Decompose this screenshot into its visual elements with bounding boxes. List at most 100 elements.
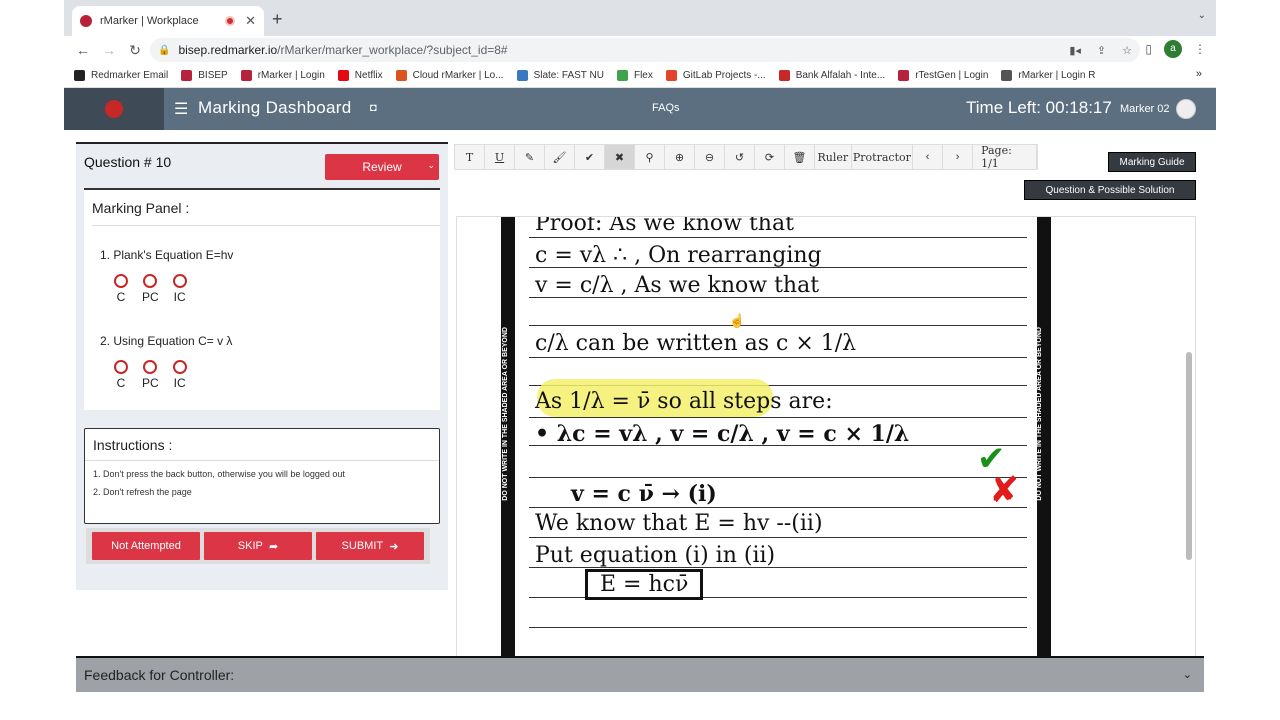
workplace: Question # 10 Review ⌄ Marking Panel : 1…	[64, 130, 1216, 720]
marker-name: Marker 02	[1120, 103, 1170, 115]
chevron-down-icon: ⌄	[427, 160, 435, 170]
url-host: bisep.redmarker.io	[178, 43, 278, 57]
browser-tab[interactable]: rMarker | Workplace ✕	[72, 6, 264, 36]
option-ic[interactable]: IC	[172, 360, 187, 390]
bookmark-favicon-icon	[665, 70, 677, 81]
option-ic[interactable]: IC	[172, 274, 187, 304]
hamburger-menu-icon[interactable]: ☰	[174, 99, 188, 119]
bookmarks-more-button[interactable]: »	[1196, 68, 1202, 80]
bookmark-item[interactable]: rMarker | Login R	[1001, 70, 1095, 81]
answer-line: v = c/λ , As we know that	[535, 273, 820, 298]
option-pc[interactable]: PC	[142, 360, 159, 390]
underline-tool-button[interactable]: U	[485, 145, 515, 169]
zoom-in-icon[interactable]: ⊕	[665, 145, 695, 169]
criterion-options: C PC IC	[114, 360, 187, 390]
bookmark-favicon-icon	[395, 70, 407, 81]
option-c[interactable]: C	[114, 360, 128, 390]
bookmark-favicon-icon	[516, 70, 528, 81]
bookmark-item[interactable]: Flex	[616, 70, 653, 81]
undo-icon[interactable]: ↺	[725, 145, 755, 169]
bookmark-label: Redmarker Email	[91, 70, 169, 81]
bookmark-item[interactable]: GitLab Projects -...	[665, 70, 766, 81]
bookmark-item[interactable]: Bank Alfalah - Inte...	[778, 70, 885, 81]
forward-icon[interactable]: →	[96, 42, 122, 58]
address-bar[interactable]: 🔒 bisep.redmarker.io/rMarker/marker_work…	[150, 38, 1140, 62]
rmarker-favicon-icon	[80, 15, 92, 27]
back-icon[interactable]: ←	[70, 42, 96, 58]
margin-warning: DO NOT WRITE IN THE SHADED AREA OR BEYON…	[502, 327, 509, 501]
tab-title: rMarker | Workplace	[100, 15, 199, 27]
chevron-left-icon[interactable]: ‹	[913, 145, 944, 169]
redmarker-logo[interactable]	[64, 88, 164, 130]
question-solution-button[interactable]: Question & Possible Solution	[1024, 180, 1196, 200]
profile-avatar[interactable]: a	[1164, 40, 1182, 58]
tab-search-button[interactable]: ⌄	[1198, 10, 1206, 21]
bookmark-favicon-icon	[616, 70, 628, 81]
submit-button[interactable]: SUBMIT ➜	[316, 532, 424, 560]
star-icon[interactable]: ☆	[1122, 44, 1132, 57]
browser-menu-icon[interactable]: ⋮	[1194, 42, 1206, 56]
skip-icon: ➦	[268, 540, 279, 553]
marking-guide-button[interactable]: Marking Guide	[1108, 152, 1196, 172]
answer-line: We know that E = hv --(ii)	[535, 511, 823, 536]
bookmark-item[interactable]: Netflix	[337, 70, 383, 81]
answer-line: E = hcν̄	[585, 569, 704, 600]
marking-panel: Marking Panel : 1. Plank's Equation E=hv…	[84, 188, 440, 410]
browser-window: rMarker | Workplace ✕ + ⌄ ← → ↻ 🔒 bisep.…	[64, 0, 1216, 720]
lock-icon: 🔒	[158, 44, 171, 56]
protractor-button[interactable]: Protractor	[852, 145, 914, 169]
zoom-out-icon[interactable]: ⊖	[695, 145, 725, 169]
ruler-button[interactable]: Ruler	[815, 145, 852, 169]
bookmark-item[interactable]: BISEP	[181, 70, 228, 81]
chevron-down-icon: ⌄	[1182, 669, 1192, 681]
viewer-scrollbar[interactable]	[1186, 352, 1192, 560]
bookmark-favicon-icon	[898, 70, 910, 81]
skip-button[interactable]: SKIP ➦	[204, 532, 312, 560]
answer-sheet-viewer[interactable]: DO NOT WRITE IN THE SHADED AREA OR BEYON…	[456, 216, 1196, 658]
feedback-title: Feedback for Controller:	[84, 667, 235, 683]
camera-icon[interactable]: ◘	[370, 102, 377, 114]
marker-avatar[interactable]	[1176, 99, 1196, 119]
faqs-link[interactable]: FAQs	[652, 102, 680, 114]
review-dropdown[interactable]: Review ⌄	[325, 154, 439, 180]
bookmark-label: BISEP	[198, 70, 228, 81]
bookmark-item[interactable]: Slate: FAST NU	[516, 70, 604, 81]
bookmark-favicon-icon	[181, 70, 193, 81]
cursor-icon: ☝	[729, 313, 746, 328]
search-icon[interactable]: ⚲	[635, 145, 665, 169]
bookmark-item[interactable]: Redmarker Email	[74, 70, 168, 81]
delete-icon[interactable]: 🗑	[785, 145, 815, 169]
instruction-item: 1. Don't press the back button, otherwis…	[93, 469, 345, 479]
option-c[interactable]: C	[114, 274, 128, 304]
bookmark-label: GitLab Projects -...	[682, 70, 766, 81]
bookmark-item[interactable]: Cloud rMarker | Lo...	[395, 70, 504, 81]
instruction-item: 2. Don't refresh the page	[93, 487, 192, 497]
camera-icon[interactable]: ▮◂	[1069, 44, 1081, 57]
chevron-right-icon[interactable]: ›	[943, 145, 974, 169]
answer-sheet: DO NOT WRITE IN THE SHADED AREA OR BEYON…	[501, 217, 1051, 657]
bookmark-item[interactable]: rMarker | Login	[240, 70, 325, 81]
question-panel: Question # 10 Review ⌄ Marking Panel : 1…	[76, 142, 448, 590]
sidebar-icon[interactable]: ▯	[1145, 42, 1152, 56]
cross-icon[interactable]: ✖	[605, 145, 635, 169]
feedback-panel[interactable]: Feedback for Controller: ⌄	[76, 656, 1204, 692]
share-icon[interactable]: ⇪	[1097, 44, 1106, 57]
check-icon[interactable]: ✔	[575, 145, 605, 169]
refresh-icon[interactable]: ⟳	[755, 145, 785, 169]
criterion-label: 2. Using Equation C= v λ	[100, 334, 233, 348]
not-attempted-button[interactable]: Not Attempted	[92, 532, 200, 560]
new-tab-button[interactable]: +	[272, 9, 283, 30]
brush-icon[interactable]: 🖌	[545, 145, 575, 169]
pencil-icon[interactable]: ✎	[515, 145, 545, 169]
text-tool-button[interactable]: T	[455, 145, 485, 169]
question-number: Question # 10	[84, 154, 172, 170]
bookmark-item[interactable]: rTestGen | Login	[898, 70, 988, 81]
reload-icon[interactable]: ↻	[122, 42, 148, 59]
option-pc[interactable]: PC	[142, 274, 159, 304]
bookmarks-bar: Redmarker Email BISEP rMarker | Login Netfl…	[64, 64, 1216, 88]
app-header: ☰ Marking Dashboard ◘ FAQs Time Left: 00…	[64, 88, 1216, 130]
marking-panel-title: Marking Panel :	[92, 200, 440, 226]
criterion-options: C PC IC	[114, 274, 187, 304]
answer-line: • λc = vλ , v = c/λ , v = c × 1/λ	[535, 421, 910, 447]
close-tab-icon[interactable]: ✕	[245, 13, 256, 29]
